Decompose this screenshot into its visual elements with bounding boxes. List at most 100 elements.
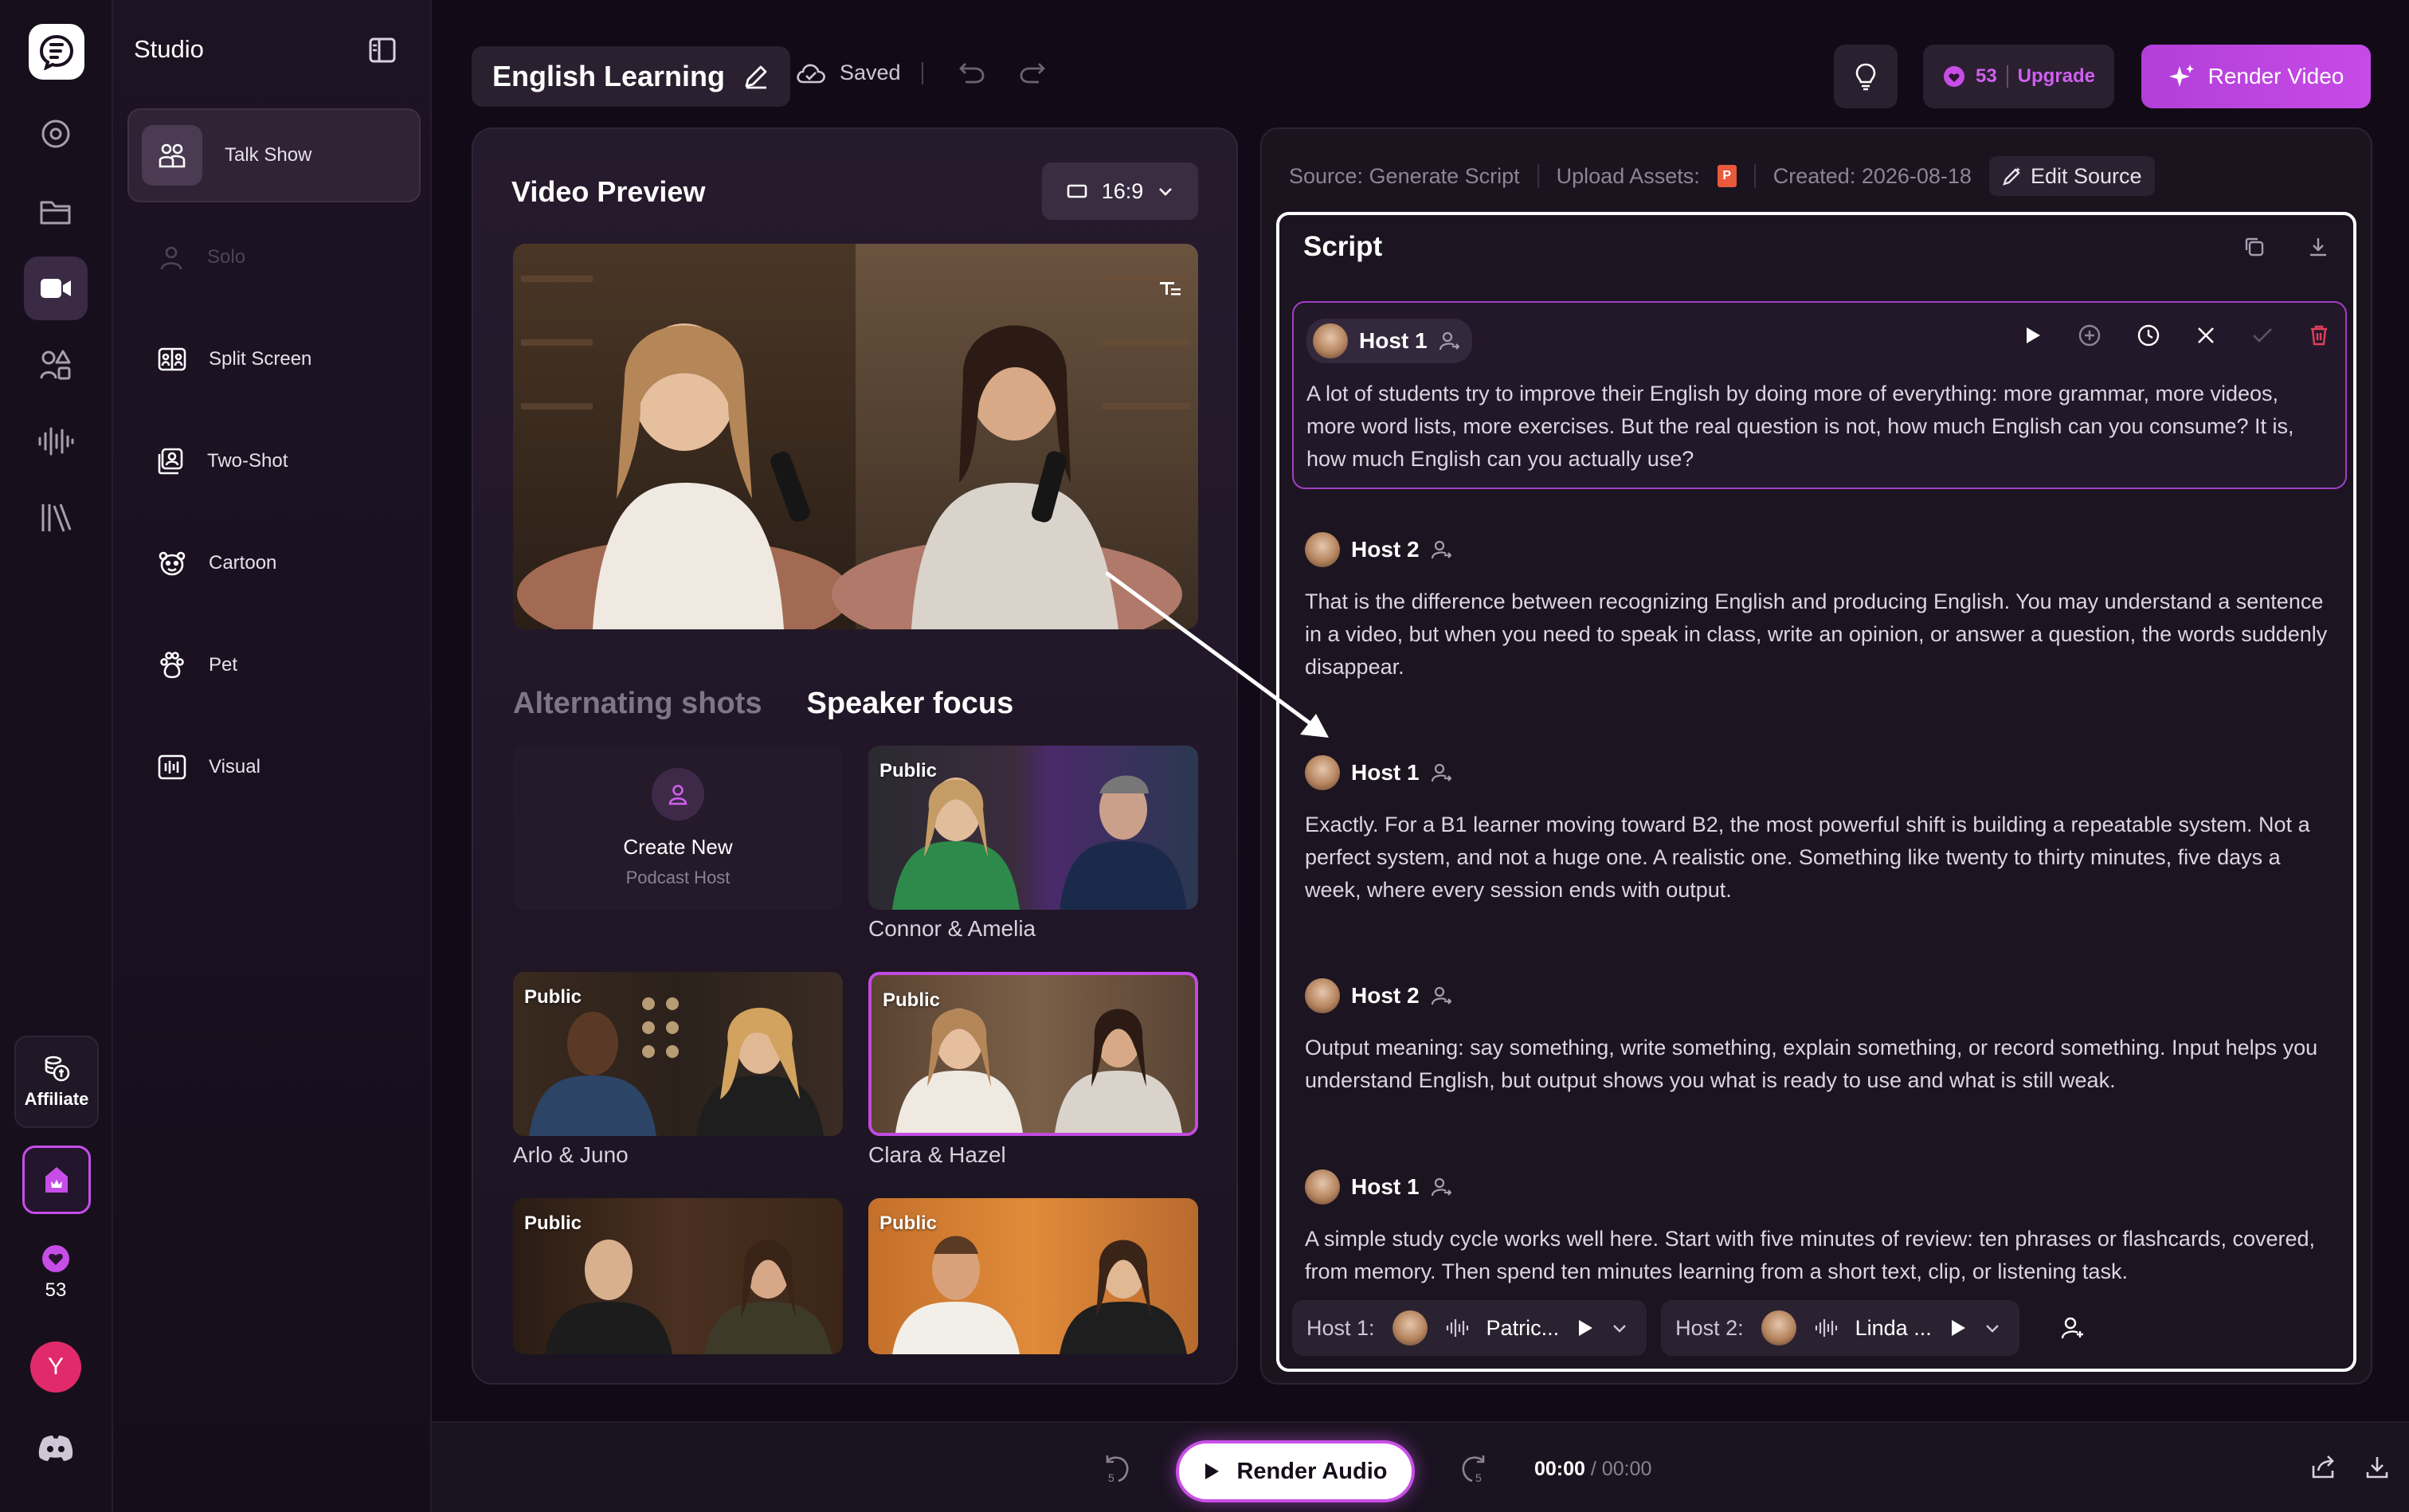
host-selector[interactable]: Host 1: [1305, 755, 1451, 790]
rail-library-button[interactable]: [24, 486, 88, 550]
affiliate-button[interactable]: Affiliate: [14, 1036, 99, 1128]
host-selector[interactable]: Host 1: [1306, 319, 1472, 363]
host-voice-label: Host 1:: [1306, 1315, 1375, 1340]
undo-redo-group: [958, 61, 1047, 84]
add-segment-icon[interactable]: [2078, 323, 2102, 347]
forward-5-icon[interactable]: 5: [1459, 1453, 1490, 1485]
sidebar-item-visual[interactable]: Visual: [127, 720, 421, 814]
source-label: Source: Generate Script: [1289, 163, 1520, 188]
download-icon[interactable]: [2364, 1455, 2390, 1480]
sidebar-item-two-shot[interactable]: Two-Shot: [127, 414, 421, 508]
group-icon: [142, 125, 202, 186]
script-segment[interactable]: Host 1 Exactly. For a B1 learner moving …: [1292, 755, 2347, 907]
logo-icon: [39, 34, 74, 70]
video-preview-title: Video Preview: [511, 175, 706, 208]
edit-pencil-icon[interactable]: [742, 63, 770, 90]
rail-audio-button[interactable]: [24, 409, 88, 473]
clock-icon[interactable]: [2137, 323, 2160, 347]
script-actions: [2243, 236, 2329, 258]
host-selector[interactable]: Host 1: [1305, 1169, 1451, 1205]
sidebar-item-talk-show[interactable]: Talk Show: [127, 108, 421, 202]
project-title-field[interactable]: English Learning: [472, 46, 791, 107]
segment-text[interactable]: Exactly. For a B1 learner moving toward …: [1305, 809, 2333, 907]
person-icon: [160, 246, 182, 270]
play-icon[interactable]: [2023, 325, 2043, 346]
app-logo[interactable]: [29, 24, 84, 80]
host-card-connor-amelia[interactable]: Public: [868, 746, 1198, 910]
render-video-button[interactable]: Render Video: [2141, 45, 2371, 108]
rail-studio-button[interactable]: [24, 257, 88, 320]
chevron-down-icon[interactable]: [1984, 1322, 2000, 1334]
manage-hosts-button[interactable]: [2034, 1300, 2085, 1356]
sidebar-item-cartoon[interactable]: Cartoon: [127, 516, 421, 610]
script-segment[interactable]: Host 2 Output meaning: say something, wr…: [1292, 978, 2347, 1097]
sidebar-item-solo[interactable]: Solo: [127, 210, 421, 304]
segment-toolbar: [2023, 323, 2329, 347]
sidebar-item-label: Cartoon: [209, 552, 277, 574]
public-badge: Public: [883, 989, 941, 1011]
segment-text[interactable]: A lot of students try to improve their E…: [1306, 378, 2331, 476]
share-icon[interactable]: [2310, 1455, 2337, 1480]
user-avatar[interactable]: Y: [30, 1342, 81, 1393]
source-bar: Source: Generate Script Upload Assets: P…: [1289, 156, 2155, 196]
host-card-arlo-juno[interactable]: Public: [513, 972, 843, 1136]
chevron-down-icon[interactable]: [1612, 1322, 1628, 1334]
premium-button[interactable]: [22, 1146, 91, 1214]
cloud-check-icon: [797, 64, 825, 83]
magic-pencil-icon: [2003, 167, 2020, 186]
rail-avatars-button[interactable]: [24, 333, 88, 397]
tips-button[interactable]: [1834, 45, 1898, 108]
video-preview-frame[interactable]: [513, 244, 1198, 629]
host-avatar: [1761, 1310, 1796, 1346]
host-card-clara-hazel[interactable]: Public: [868, 972, 1198, 1136]
edit-source-button[interactable]: Edit Source: [1988, 156, 2155, 196]
download-icon[interactable]: [2307, 236, 2329, 258]
segment-text[interactable]: That is the difference between recognizi…: [1305, 586, 2333, 684]
aspect-ratio-value: 16:9: [1101, 178, 1144, 203]
divider: [1753, 164, 1756, 188]
pdf-file-icon[interactable]: P: [1717, 165, 1737, 187]
rail-home-button[interactable]: [24, 102, 88, 166]
trash-icon[interactable]: [2309, 324, 2329, 347]
create-new-host-card[interactable]: Create New Podcast Host: [513, 746, 843, 910]
undo-icon[interactable]: [958, 61, 986, 84]
rail-credits[interactable]: 53: [24, 1243, 88, 1302]
render-audio-button[interactable]: Render Audio: [1176, 1440, 1415, 1502]
upgrade-button[interactable]: 53 Upgrade: [1923, 45, 2114, 108]
redo-icon[interactable]: [1018, 61, 1047, 84]
sidebar-item-pet[interactable]: Pet: [127, 618, 421, 712]
host-1-voice-selector[interactable]: Host 1: Patric...: [1292, 1300, 1647, 1356]
play-icon[interactable]: [1577, 1318, 1594, 1338]
top-bar: English Learning Saved 53 Upgrade Render…: [432, 0, 2409, 127]
swap-person-icon: [1431, 763, 1451, 782]
close-icon[interactable]: [2196, 325, 2216, 346]
rail-folder-button[interactable]: [24, 180, 88, 244]
script-segment[interactable]: Host 1 A simple study cycle works well h…: [1292, 1169, 2347, 1288]
two-shot-icon: [158, 448, 183, 475]
sidebar-item-split-screen[interactable]: Split Screen: [127, 312, 421, 406]
check-icon[interactable]: [2251, 326, 2274, 345]
tab-alternating-shots[interactable]: Alternating shots: [513, 687, 762, 721]
discord-button[interactable]: [37, 1434, 75, 1463]
copy-icon[interactable]: [2243, 236, 2266, 258]
collapse-sidebar-button[interactable]: [368, 37, 397, 64]
host-2-voice-selector[interactable]: Host 2: Linda ...: [1661, 1300, 2019, 1356]
time-total: / 00:00: [1590, 1458, 1652, 1480]
play-icon: [1205, 1463, 1220, 1479]
host-card-library-pair[interactable]: Public: [513, 1198, 843, 1354]
aspect-ratio-select[interactable]: 16:9: [1042, 163, 1198, 220]
tab-speaker-focus[interactable]: Speaker focus: [806, 687, 1013, 721]
host-voice-name: Linda ...: [1855, 1315, 1932, 1340]
play-icon[interactable]: [1949, 1318, 1967, 1338]
sidebar-title: Studio: [134, 35, 204, 63]
segment-text[interactable]: Output meaning: say something, write som…: [1305, 1032, 2333, 1097]
host-selector[interactable]: Host 2: [1305, 978, 1451, 1013]
script-segment[interactable]: Host 1 A lot of students try to improve …: [1292, 301, 2347, 489]
sidebar-item-label: Pet: [209, 654, 238, 676]
person-settings-icon: [2061, 1317, 2083, 1339]
rewind-5-icon[interactable]: 5: [1101, 1453, 1131, 1485]
visual-icon: [158, 754, 186, 780]
script-segment[interactable]: Host 2 That is the difference between re…: [1292, 532, 2347, 684]
segment-text[interactable]: A simple study cycle works well here. St…: [1305, 1223, 2333, 1288]
host-card-orange-studio[interactable]: Public: [868, 1198, 1198, 1354]
